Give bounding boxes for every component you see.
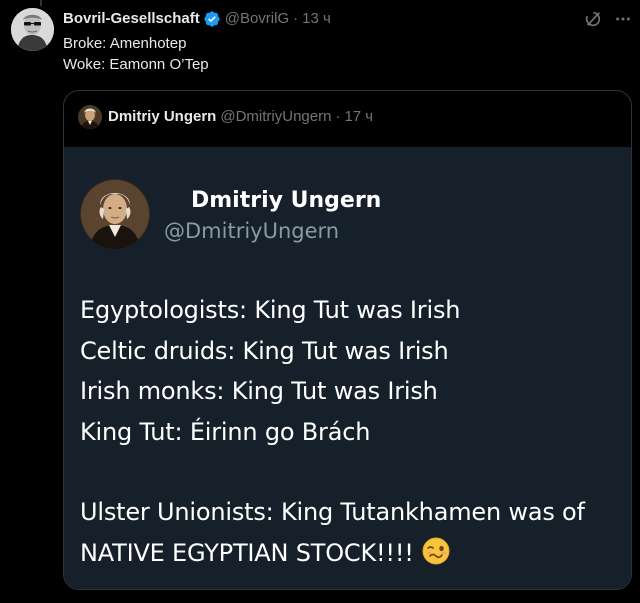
author-avatar[interactable] <box>11 8 54 51</box>
post-text: Broke: Amenhotep Woke: Eamonn O’Tep <box>63 33 209 75</box>
author-handle[interactable]: @BovrilG <box>225 9 289 29</box>
card-text-line: King Tut: Éirinn go Brách <box>80 417 371 446</box>
card-author-avatar <box>80 179 150 249</box>
card-author-name: Dmitriy Ungern <box>191 188 382 213</box>
thread-line <box>40 0 42 6</box>
post-text-line: Broke: Amenhotep <box>63 35 187 52</box>
card-text-line: Egyptologists: King Tut was Irish <box>80 296 461 324</box>
grok-icon[interactable] <box>583 9 603 29</box>
previous-post-remnant <box>0 0 640 6</box>
quoted-post-header: Dmitriy Ungern @DmitriyUngern · 17 ч <box>78 105 373 129</box>
card-text-last-line: NATIVE EGYPTIAN STOCK!!!! <box>80 533 585 574</box>
separator-dot: · <box>293 10 299 27</box>
card-text-line: NATIVE EGYPTIAN STOCK!!!! <box>80 538 414 567</box>
quoted-author-handle[interactable]: @DmitriyUngern <box>220 107 331 127</box>
separator-dot: · <box>335 108 341 125</box>
card-text-line: Ulster Unionists: King Tutankhamen was o… <box>80 498 585 526</box>
quoted-image-card[interactable]: Dmitriy Ungern @DmitriyUngern Egyptologi… <box>64 147 631 589</box>
quoted-author-display-name[interactable]: Dmitriy Ungern <box>108 107 216 127</box>
post-text-line: Woke: Eamonn O’Tep <box>63 56 209 73</box>
card-text: Egyptologists: King Tut was Irish Celtic… <box>80 290 585 573</box>
post-header: Bovril-Gesellschaft @BovrilG · 13 ч <box>63 9 331 29</box>
quoted-post[interactable]: Dmitriy Ungern @DmitriyUngern · 17 ч Dmi… <box>63 90 632 590</box>
woozy-face-icon <box>422 537 450 565</box>
quoted-post-timestamp[interactable]: 17 ч <box>344 107 373 127</box>
card-text-line: Irish monks: King Tut was Irish <box>80 377 438 405</box>
card-text-line: Celtic druids: King Tut was Irish <box>80 336 449 365</box>
verified-badge-icon <box>203 10 221 28</box>
card-text-spacer <box>80 452 585 492</box>
more-options-icon[interactable] <box>613 9 633 29</box>
author-display-name[interactable]: Bovril-Gesellschaft <box>63 9 200 29</box>
tweet: Bovril-Gesellschaft @BovrilG · 13 ч Brok… <box>0 0 640 603</box>
card-author-handle: @DmitriyUngern <box>164 219 340 243</box>
quoted-author-avatar <box>78 105 102 129</box>
post-timestamp[interactable]: 13 ч <box>302 9 331 29</box>
